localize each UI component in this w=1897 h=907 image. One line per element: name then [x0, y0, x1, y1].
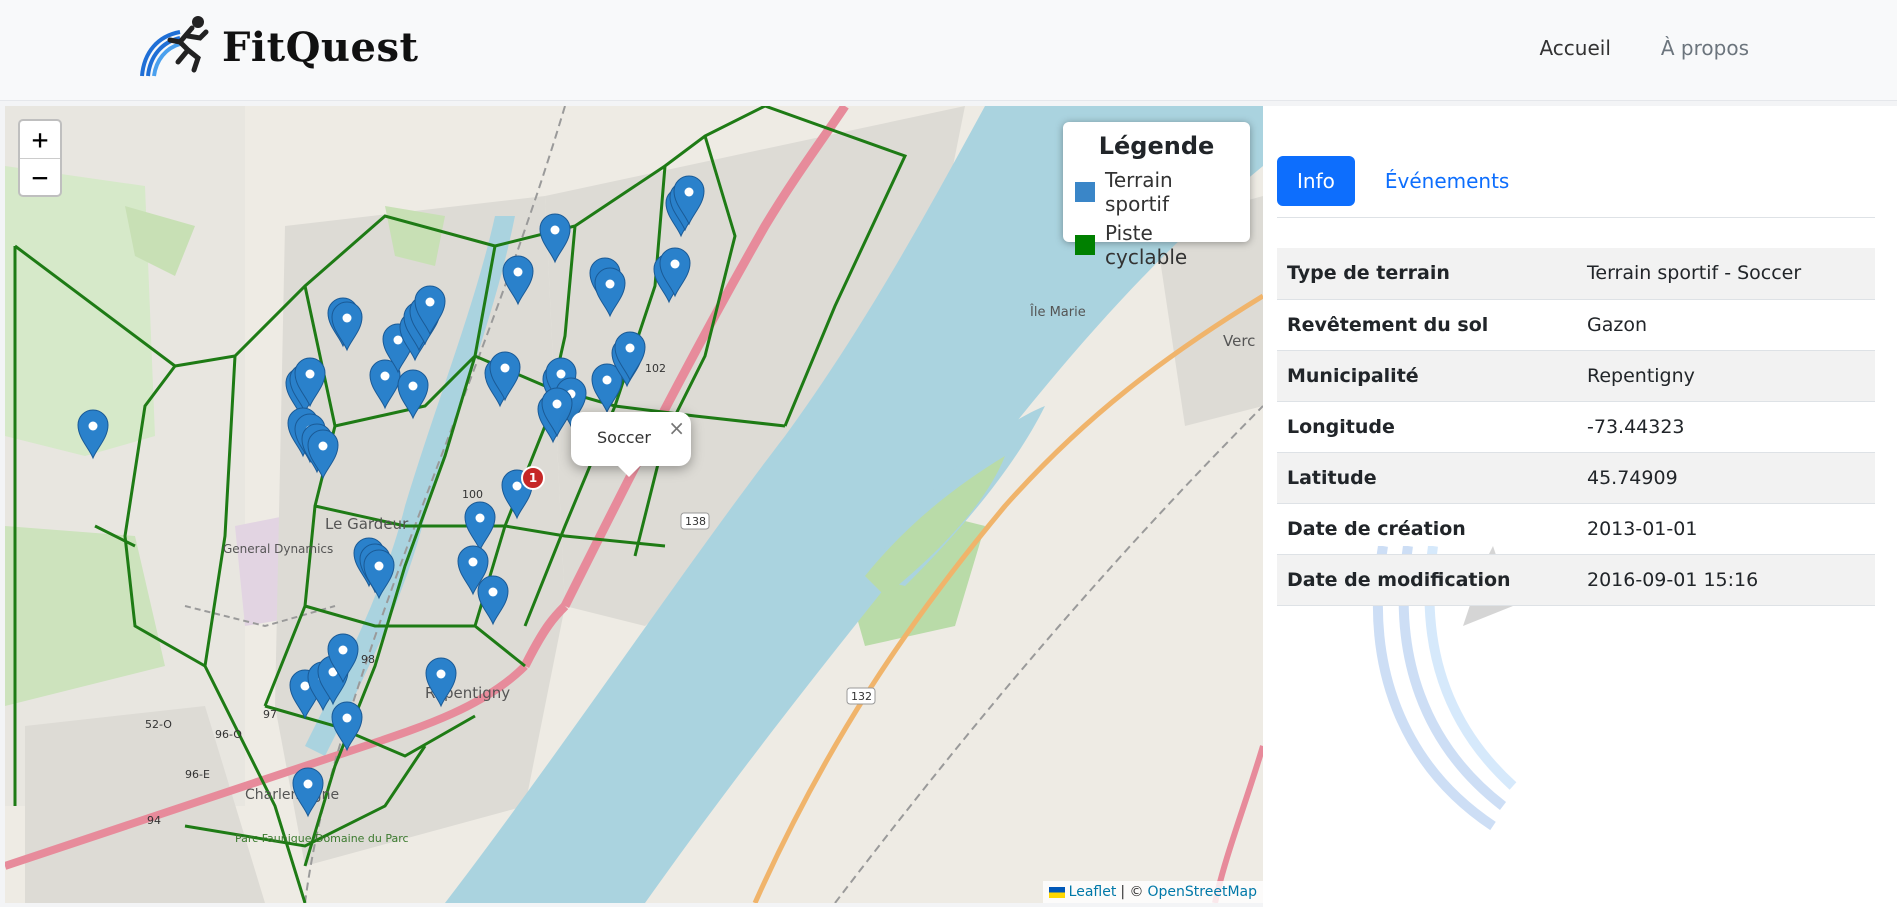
zoom-in-button[interactable]: + [20, 121, 60, 158]
row-value: 2013-01-01 [1577, 503, 1875, 555]
nav-link-about[interactable]: À propos [1661, 36, 1749, 60]
popup-text: Soccer [597, 428, 651, 447]
marker-popup: Soccer × [571, 412, 691, 477]
openstreetmap-link[interactable]: OpenStreetMap [1148, 884, 1257, 900]
row-key: Latitude [1277, 452, 1577, 504]
zoom-out-button[interactable]: − [20, 158, 60, 195]
brand-logo[interactable]: FitQuest [136, 14, 418, 80]
leaflet-link[interactable]: Leaflet [1069, 884, 1117, 900]
row-key: Date de modification [1277, 554, 1577, 606]
tab-info[interactable]: Info [1277, 156, 1355, 206]
table-row: Revêtement du sol Gazon [1277, 299, 1875, 351]
table-row: Latitude 45.74909 [1277, 452, 1875, 504]
sport-field-marker-icon[interactable] [464, 501, 496, 552]
map-view[interactable]: Le Gardeur General Dynamics Repentigny C… [5, 106, 1263, 903]
navbar: FitQuest Accueil À propos [0, 0, 1897, 101]
sport-field-marker-icon[interactable] [77, 409, 109, 460]
sport-field-marker-icon[interactable] [425, 657, 457, 708]
sport-field-marker-icon[interactable] [363, 549, 395, 600]
map-legend: Légende Terrain sportif Piste cyclable [1063, 122, 1250, 269]
sport-field-marker-icon[interactable] [292, 767, 324, 818]
table-row: Municipalité Repentigny [1277, 350, 1875, 402]
sport-field-marker-icon[interactable] [477, 575, 509, 626]
row-key: Municipalité [1277, 350, 1577, 402]
sport-field-marker-icon[interactable] [591, 363, 623, 414]
legend-title: Légende [1098, 132, 1215, 160]
table-row: Date de modification 2016-09-01 15:16 [1277, 554, 1875, 606]
cluster-count-label: 1 [529, 471, 537, 485]
panel-tabs: Info Événements [1277, 156, 1875, 218]
sport-field-marker-icon[interactable] [331, 301, 363, 352]
attribution-separator: | © [1120, 884, 1144, 900]
table-row: Date de création 2013-01-01 [1277, 503, 1875, 555]
legend-item-sport-field: Terrain sportif [1075, 168, 1238, 216]
popup-close-button[interactable]: × [668, 416, 685, 440]
sport-field-marker-icon[interactable] [397, 369, 429, 420]
table-row: Type de terrain Terrain sportif - Soccer [1277, 248, 1875, 300]
sport-field-marker-icon[interactable] [594, 267, 626, 318]
legend-swatch-bike-path [1075, 235, 1095, 255]
row-value: 45.74909 [1577, 452, 1875, 504]
field-info-table: Type de terrain Terrain sportif - Soccer … [1277, 248, 1875, 606]
sport-field-marker-icon[interactable] [307, 429, 339, 480]
info-panel: Info Événements Type de terrain Terrain s… [1263, 106, 1897, 907]
row-value: Repentigny [1577, 350, 1875, 402]
row-key: Longitude [1277, 401, 1577, 453]
legend-label-sport-field: Terrain sportif [1105, 168, 1173, 216]
table-row: Longitude -73.44323 [1277, 401, 1875, 453]
row-value: 2016-09-01 15:16 [1577, 554, 1875, 606]
map-attribution: Leaflet | © OpenStreetMap [1042, 881, 1263, 903]
cluster-count-badge[interactable]: 1 [520, 465, 546, 491]
row-key: Date de création [1277, 503, 1577, 555]
brand-name: FitQuest [222, 23, 419, 71]
zoom-control: + − [18, 119, 62, 197]
legend-swatch-sport-field [1075, 182, 1095, 202]
row-key: Type de terrain [1277, 248, 1577, 300]
row-value: Gazon [1577, 299, 1875, 351]
sport-field-marker-icon[interactable] [539, 213, 571, 264]
legend-item-bike-path: Piste cyclable [1075, 221, 1238, 269]
sport-field-marker-icon[interactable] [331, 701, 363, 752]
runner-logo-icon [140, 16, 209, 77]
nav-link-home[interactable]: Accueil [1539, 36, 1610, 60]
row-value: -73.44323 [1577, 401, 1875, 453]
tab-events[interactable]: Événements [1365, 156, 1529, 206]
ukraine-flag-icon [1048, 886, 1065, 898]
row-key: Revêtement du sol [1277, 299, 1577, 351]
row-value: Terrain sportif - Soccer [1577, 248, 1875, 300]
legend-label-bike-path: Piste cyclable [1105, 221, 1188, 269]
nav-links: Accueil À propos [1539, 36, 1749, 60]
sport-field-marker-icon[interactable] [502, 255, 534, 306]
